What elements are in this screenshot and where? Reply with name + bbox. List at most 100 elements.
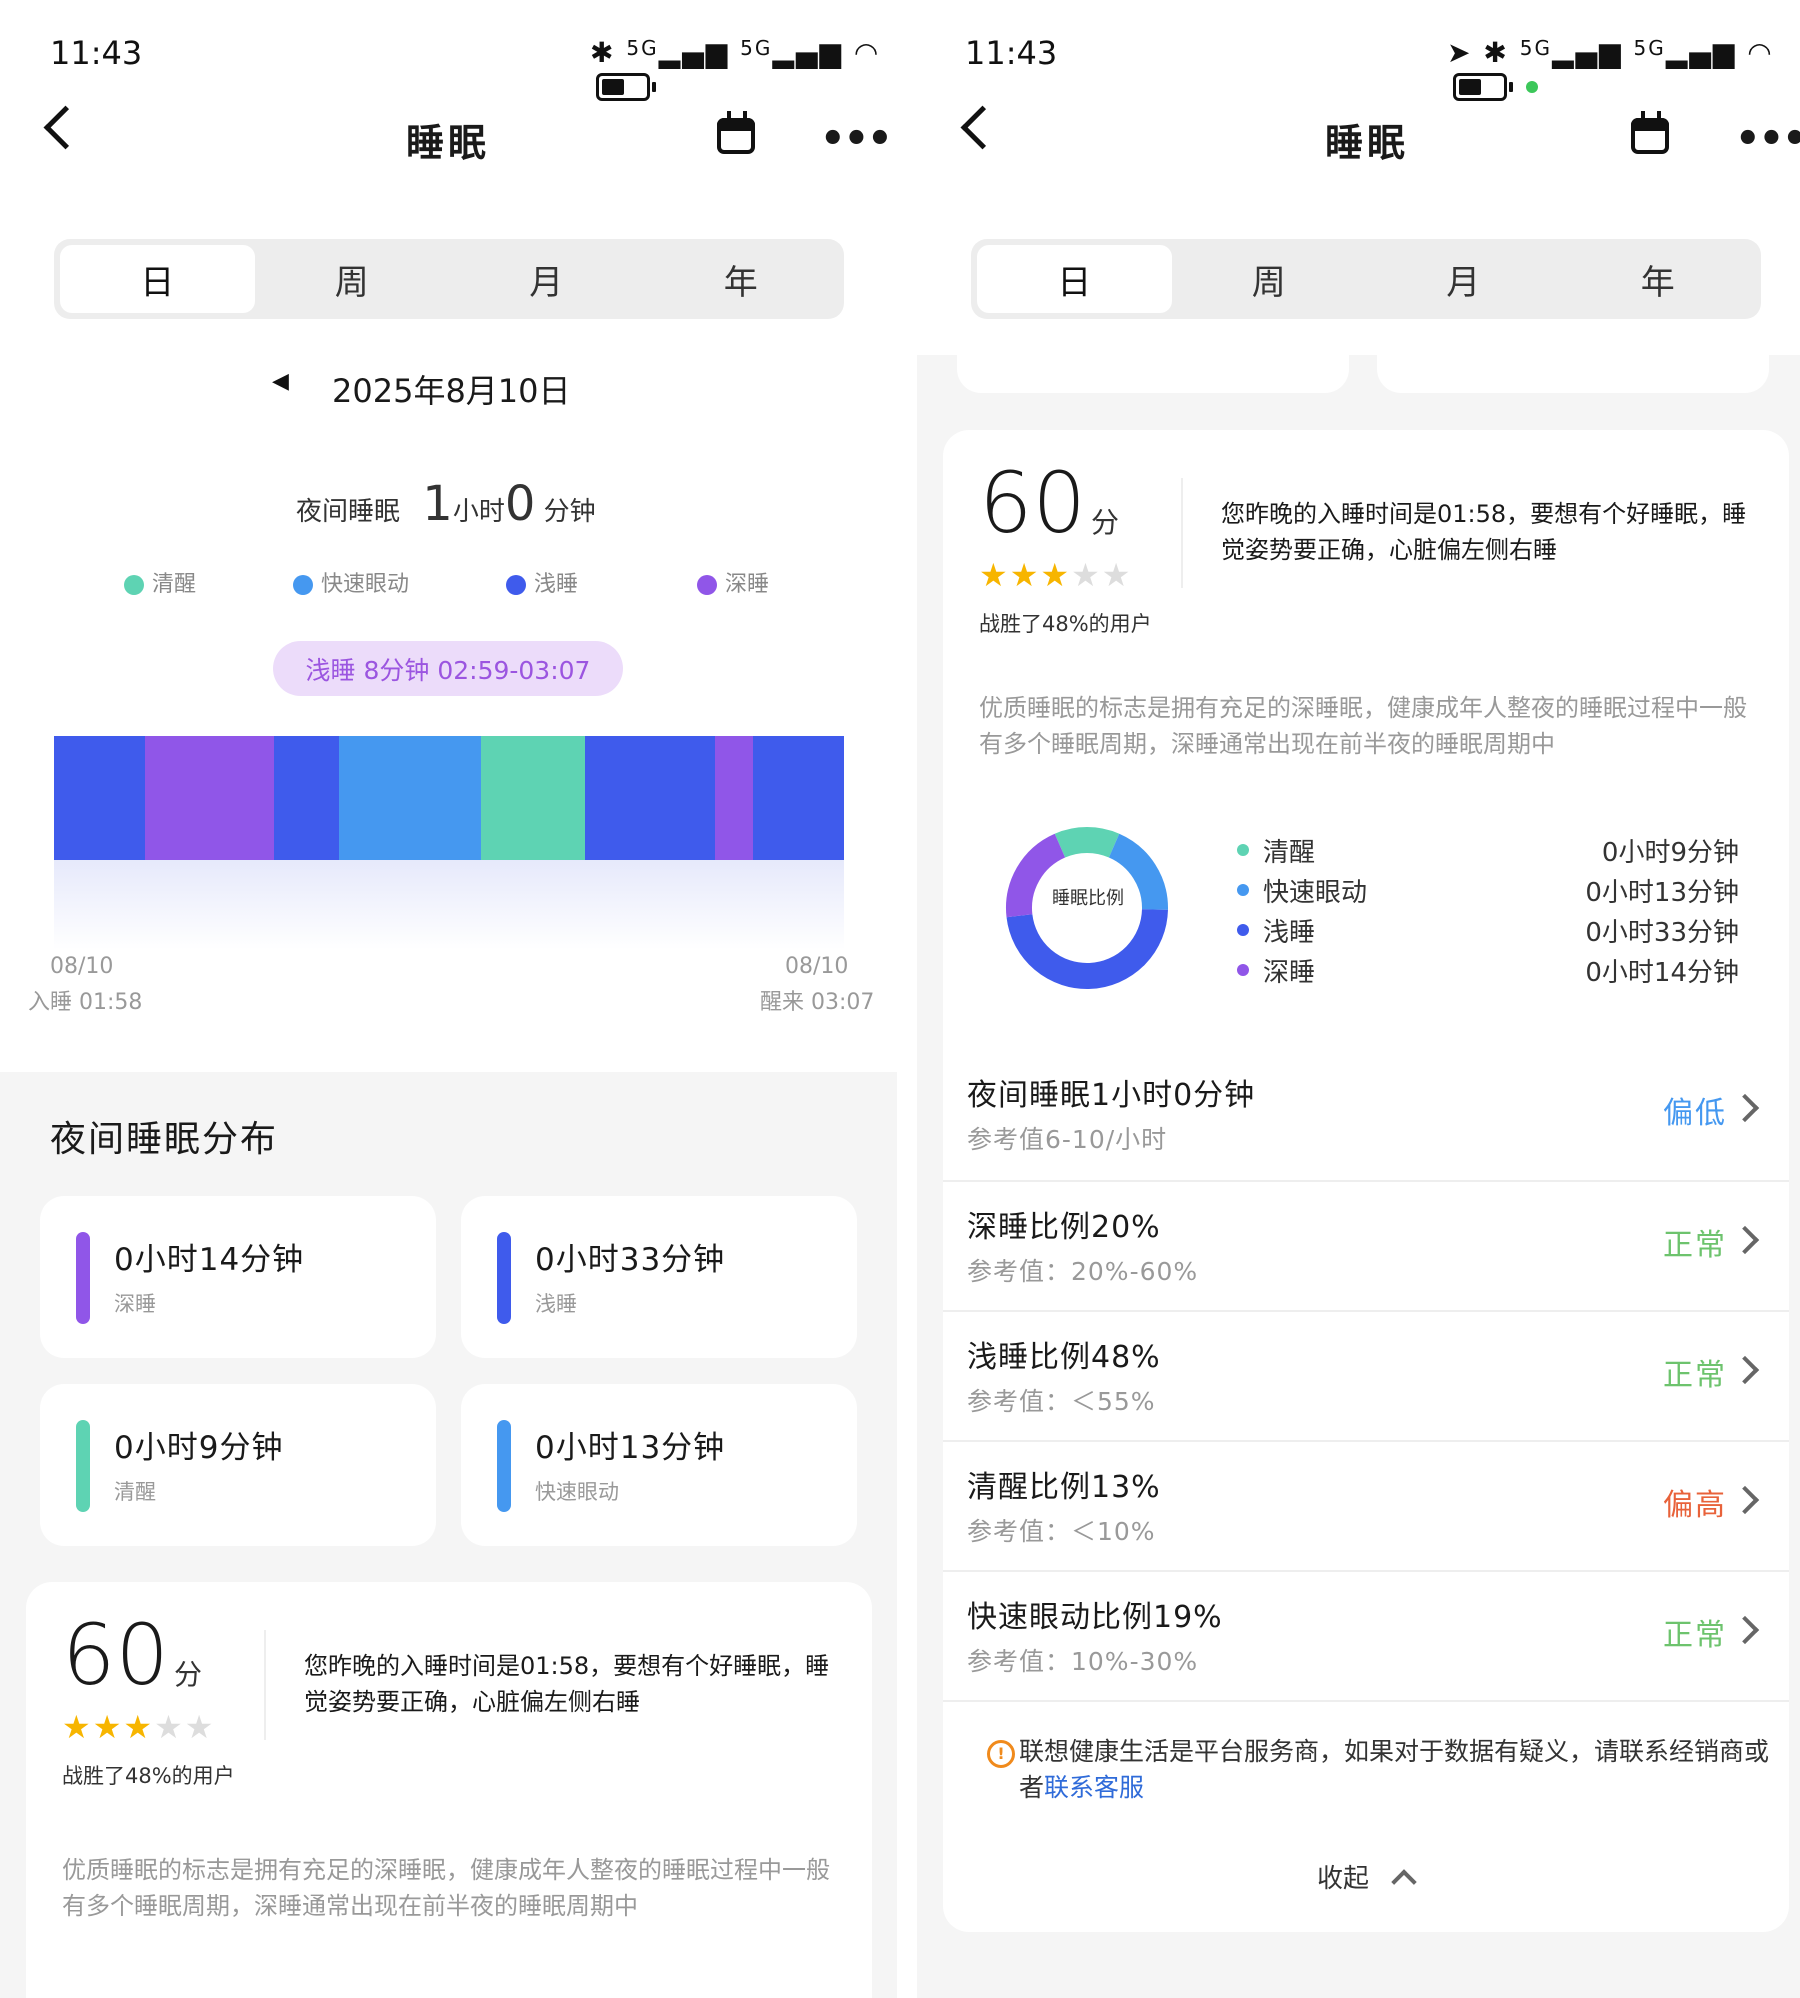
- dist-label-light: 浅睡: [535, 1292, 577, 1316]
- chevron-right-icon: [1730, 1355, 1760, 1385]
- tab-day[interactable]: 日: [60, 245, 255, 313]
- period-tabs: 日 周 月 年: [54, 239, 844, 319]
- ratio-label-rem: 快速眼动: [1263, 878, 1368, 908]
- score-beat-right: 战胜了48%的用户: [979, 612, 1152, 636]
- ratio-dot-light: [1237, 924, 1249, 936]
- chevron-right-icon: [1730, 1225, 1760, 1255]
- calendar-icon-right[interactable]: [1631, 111, 1669, 154]
- collapse-button[interactable]: 收起: [1317, 1858, 1418, 1895]
- signal-5g-icon-2: 5G: [740, 36, 773, 60]
- score-beat: 战胜了48%的用户: [62, 1764, 235, 1788]
- dist-label-deep: 深睡: [114, 1292, 156, 1316]
- calendar-icon[interactable]: [717, 111, 755, 154]
- bluetooth-icon: ✱: [590, 36, 616, 69]
- timeline-start-date: 08/10: [50, 954, 114, 979]
- metric-status: 正常: [1663, 1358, 1727, 1393]
- legend-rem: 快速眼动: [293, 566, 409, 598]
- metric-row-rem[interactable]: 快速眼动比例19% 参考值：10%-30% 正常: [943, 1570, 1789, 1702]
- dist-bar-rem: [497, 1420, 511, 1512]
- timeline-segment-7[interactable]: [753, 736, 845, 860]
- dist-card-rem: 0小时13分钟 快速眼动: [461, 1384, 857, 1546]
- dist-card-cut-2: [1377, 355, 1769, 393]
- timeline-reflection: [54, 860, 844, 950]
- dist-card-cut-1: [957, 355, 1349, 393]
- score-stars-right: ★★★★★: [979, 556, 1132, 594]
- timeline-segment-4[interactable]: [481, 736, 585, 860]
- timeline-segment-5[interactable]: [584, 736, 715, 860]
- metric-ref: 参考值：20%-60%: [967, 1257, 1199, 1286]
- score-unit-right: 分: [1090, 506, 1119, 539]
- metric-ref: 参考值6-10/小时: [967, 1125, 1168, 1154]
- location-icon: ➤: [1447, 36, 1473, 69]
- score-tip: 优质睡眠的标志是拥有充足的深睡眠，健康成年人整夜的睡眠过程中一般有多个睡眠周期，…: [62, 1856, 830, 1920]
- sleep-timeline[interactable]: [54, 736, 845, 860]
- metric-row-awake[interactable]: 清醒比例13% 参考值：＜10% 偏高: [943, 1440, 1789, 1570]
- metric-status: 偏低: [1663, 1096, 1727, 1131]
- legend-light: 浅睡: [506, 566, 578, 598]
- tab-day-right[interactable]: 日: [977, 245, 1172, 313]
- metric-row-total[interactable]: 夜间睡眠1小时0分钟 参考值6-10/小时 偏低: [943, 1050, 1789, 1178]
- right-screen: 11:43 ➤ ✱ 5G▂▄▆ 5G▂▄▆ ◠ 睡眠 ••• 日 周 月 年 6…: [917, 0, 1800, 1998]
- legend-deep-dot: [697, 575, 717, 595]
- timeline-segment-6[interactable]: [714, 736, 754, 860]
- night-sleep-hours: 1: [422, 476, 453, 532]
- score-stars: ★★★★★: [62, 1708, 215, 1746]
- tab-month-right[interactable]: 月: [1366, 245, 1561, 313]
- contact-support-link[interactable]: 联系客服: [1044, 1773, 1144, 1802]
- tab-year-right[interactable]: 年: [1561, 245, 1756, 313]
- more-icon-right[interactable]: •••: [1735, 119, 1800, 159]
- dist-bar-light: [497, 1232, 511, 1324]
- status-time: 11:43: [50, 34, 143, 72]
- wifi-icon: ◠: [853, 36, 881, 69]
- dist-value-rem: 0小时13分钟: [535, 1430, 726, 1466]
- tab-year[interactable]: 年: [644, 245, 839, 313]
- timeline-segment-2[interactable]: [274, 736, 339, 860]
- back-button[interactable]: [43, 105, 88, 150]
- timeline-segment-1[interactable]: [144, 736, 275, 860]
- page-title: 睡眠: [405, 121, 490, 165]
- signal-bars-icon: ▂▄▆: [1551, 36, 1623, 69]
- status-icons: ✱ 5G▂▄▆ 5G▂▄▆ ◠: [590, 36, 897, 102]
- distribution-title: 夜间睡眠分布: [50, 1119, 279, 1160]
- legend-light-dot: [506, 575, 526, 595]
- legend-light-label: 浅睡: [534, 572, 579, 597]
- dist-card-deep: 0小时14分钟 深睡: [40, 1196, 436, 1358]
- chevron-up-icon: [1391, 1869, 1418, 1895]
- dist-bar-awake: [76, 1420, 90, 1512]
- ratio-value-deep: 0小时14分钟: [1585, 958, 1739, 988]
- night-sleep-summary: 夜间睡眠 1小时0 分钟: [296, 476, 596, 532]
- ratio-label-awake: 清醒: [1263, 838, 1316, 868]
- timeline-end-label: 醒来 03:07: [760, 990, 875, 1015]
- legend-awake: 清醒: [124, 566, 196, 598]
- score-unit: 分: [173, 1658, 202, 1691]
- chevron-right-icon: [1730, 1615, 1760, 1645]
- lower-section: 夜间睡眠分布 0小时14分钟 深睡 0小时33分钟 浅睡 0小时9分钟 清醒 0…: [0, 1072, 897, 1998]
- tab-week-right[interactable]: 周: [1172, 245, 1367, 313]
- night-sleep-minutes-unit: 分钟: [543, 497, 596, 527]
- tab-month[interactable]: 月: [449, 245, 644, 313]
- timeline-segment-0[interactable]: [54, 736, 145, 860]
- dist-value-deep: 0小时14分钟: [114, 1242, 305, 1278]
- metric-title: 清醒比例13%: [967, 1470, 1161, 1505]
- wifi-icon: ◠: [1747, 36, 1774, 69]
- tab-week[interactable]: 周: [255, 245, 450, 313]
- ratio-value-rem: 0小时13分钟: [1585, 878, 1739, 908]
- score-advice: 您昨晚的入睡时间是01:58，要想有个好睡眠，睡觉姿势要正确，心脏偏左侧右睡: [304, 1652, 830, 1716]
- ratio-dot-rem: [1237, 884, 1249, 896]
- bluetooth-icon: ✱: [1483, 36, 1509, 69]
- star-icon: ★★★: [979, 556, 1072, 594]
- metric-row-deep[interactable]: 深睡比例20% 参考值：20%-60% 正常: [943, 1180, 1789, 1310]
- dist-label-awake: 清醒: [114, 1480, 156, 1504]
- metric-row-light[interactable]: 浅睡比例48% 参考值：＜55% 正常: [943, 1310, 1789, 1440]
- ratio-center-label: 睡眠比例: [1052, 888, 1124, 909]
- metric-ref: 参考值：10%-30%: [967, 1647, 1199, 1676]
- prev-date-icon[interactable]: ◀: [272, 369, 289, 394]
- more-icon[interactable]: •••: [820, 119, 893, 159]
- star-icon: ★★★: [62, 1708, 155, 1746]
- star-empty-icon: ★★: [1071, 556, 1133, 594]
- dist-card-light: 0小时33分钟 浅睡: [461, 1196, 857, 1358]
- star-empty-icon: ★★: [154, 1708, 216, 1746]
- status-time-right: 11:43: [965, 34, 1058, 72]
- segment-tooltip: 浅睡 8分钟 02:59-03:07: [273, 641, 623, 696]
- timeline-segment-3[interactable]: [338, 736, 482, 860]
